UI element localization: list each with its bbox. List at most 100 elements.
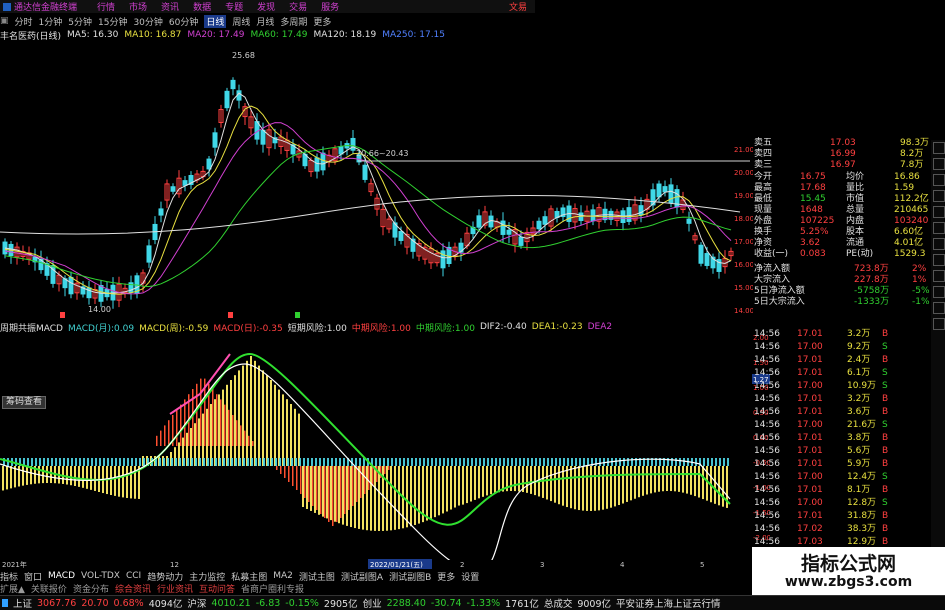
trade-link[interactable]: 文易 [509, 0, 527, 13]
tick-cell: 8.1万 [847, 485, 871, 495]
date-4: 4 [620, 561, 625, 569]
tab-window[interactable]: 窗口 [24, 570, 42, 583]
tick-cell: 3.6万 [847, 407, 871, 417]
macd-cyan-bar [459, 458, 461, 466]
tab-indicator[interactable]: 指标 [0, 570, 18, 583]
macd-cyan-bar [479, 458, 481, 466]
candle [224, 90, 230, 109]
menu-discover[interactable]: 发现 [257, 0, 275, 13]
sz-label[interactable]: 沪深 [187, 596, 206, 610]
menu-data[interactable]: 数据 [193, 0, 211, 13]
subtab-expand[interactable]: 扩展▲ [0, 582, 25, 595]
macd-bar [270, 380, 272, 466]
ma5-label: MA5: 16.30 [67, 30, 119, 40]
tick-cell: 17.00 [797, 498, 823, 508]
candle [320, 152, 326, 171]
tab-private[interactable]: 私募主图 [231, 570, 267, 583]
menu-markets[interactable]: 市场 [129, 0, 147, 13]
subtab-report[interactable]: 省商户圈利专报 [241, 582, 304, 595]
menu-trade[interactable]: 交易 [289, 0, 307, 13]
macd-cyan-bar [343, 458, 345, 466]
macd-bar [454, 466, 456, 508]
macd-bar [230, 380, 232, 466]
tab-settings[interactable]: 设置 [461, 570, 479, 583]
candlestick-chart[interactable]: 25.68 20.66~20.43 14.00 [0, 42, 750, 320]
tab-1min[interactable]: 1分钟 [39, 15, 63, 28]
tab-monthly[interactable]: 月线 [256, 15, 274, 28]
menu-topics[interactable]: 专题 [225, 0, 243, 13]
macd-bar [42, 466, 44, 484]
subtab-news[interactable]: 综合资讯 [115, 582, 151, 595]
y-tick: 20.00 [734, 169, 753, 177]
tool-icon-12[interactable] [933, 318, 945, 330]
tab-5min[interactable]: 5分钟 [68, 15, 92, 28]
cy-label[interactable]: 创业 [363, 596, 382, 610]
tab-more[interactable]: 更多 [313, 15, 331, 28]
subtab-qa[interactable]: 互动问答 [199, 582, 235, 595]
tick-cell: 3.8万 [847, 433, 871, 443]
tab-cci[interactable]: CCI [126, 571, 141, 581]
tab-test-a[interactable]: 测试副图A [341, 570, 383, 583]
tab-intraday[interactable]: 分时 [15, 15, 33, 28]
macd-red-bar [364, 466, 366, 494]
tab-15min[interactable]: 15分钟 [98, 15, 127, 28]
macd-cyan-bar [255, 458, 257, 466]
tool-icon-1[interactable] [933, 142, 945, 154]
tab-test-main[interactable]: 测试主图 [299, 570, 335, 583]
macd-bar [654, 466, 656, 493]
tool-icon-2[interactable] [933, 158, 945, 170]
macd-cyan-bar [203, 458, 205, 466]
macd-cyan-bar [595, 458, 597, 466]
tool-icon-5[interactable] [933, 206, 945, 218]
macd-chart[interactable] [0, 334, 750, 560]
macd-cyan-bar [243, 458, 245, 466]
macd-bar [574, 466, 576, 510]
tab-macd[interactable]: MACD [48, 571, 75, 581]
macd-cyan-bar [295, 458, 297, 466]
subtab-funds[interactable]: 资金分布 [73, 582, 109, 595]
indicator-legend: 周期共振MACD MACD(月):0.09 MACD(周):-0.59 MACD… [0, 321, 745, 334]
candle [662, 186, 668, 193]
tool-icon-6[interactable] [933, 222, 945, 234]
tab-daily[interactable]: 日线 [204, 14, 227, 28]
tab-ma2[interactable]: MA2 [273, 571, 293, 581]
macd-bar [626, 466, 628, 502]
macd-bar [722, 466, 724, 507]
tab-vol[interactable]: VOL-TDX [81, 571, 120, 581]
macd-bar [618, 466, 620, 506]
menu-market[interactable]: 行情 [97, 0, 115, 13]
macd-bar [206, 408, 208, 466]
tab-weekly[interactable]: 周线 [232, 15, 250, 28]
tick-cell: 14:56 [754, 407, 780, 417]
tool-icon-8[interactable] [933, 254, 945, 266]
tool-icon-11[interactable] [933, 302, 945, 314]
tab-more2[interactable]: 更多 [437, 570, 455, 583]
macd-cyan-bar [615, 458, 617, 466]
tab-multi-period[interactable]: 多周期 [280, 15, 307, 28]
tab-trend[interactable]: 趋势动力 [147, 570, 183, 583]
macd-red-bar [376, 466, 378, 482]
indicator-name[interactable]: 周期共振MACD [0, 321, 63, 334]
macd-cyan-bar [711, 458, 713, 466]
menu-news[interactable]: 资讯 [161, 0, 179, 13]
tab-30min[interactable]: 30分钟 [133, 15, 162, 28]
tool-icon-3[interactable] [933, 174, 945, 186]
subtab-industry[interactable]: 行业资讯 [157, 582, 193, 595]
subtab-related[interactable]: 关联报价 [31, 582, 67, 595]
candle [506, 229, 512, 235]
menu-service[interactable]: 服务 [321, 0, 339, 13]
tool-icon-10[interactable] [933, 286, 945, 298]
tab-monitor[interactable]: 主力监控 [189, 570, 225, 583]
tab-test-b[interactable]: 测试副图B [389, 570, 431, 583]
macd-cyan-bar [395, 458, 397, 466]
tool-icon-9[interactable] [933, 270, 945, 282]
candle [656, 183, 662, 198]
sh-label[interactable]: 上证 [13, 596, 32, 610]
macd-red-bar [288, 466, 290, 482]
macd-cyan-bar [83, 458, 85, 466]
tool-icon-4[interactable] [933, 190, 945, 202]
macd-bar [550, 466, 552, 502]
tab-60min[interactable]: 60分钟 [169, 15, 198, 28]
macd-cyan-bar [523, 458, 525, 466]
tool-icon-7[interactable] [933, 238, 945, 250]
